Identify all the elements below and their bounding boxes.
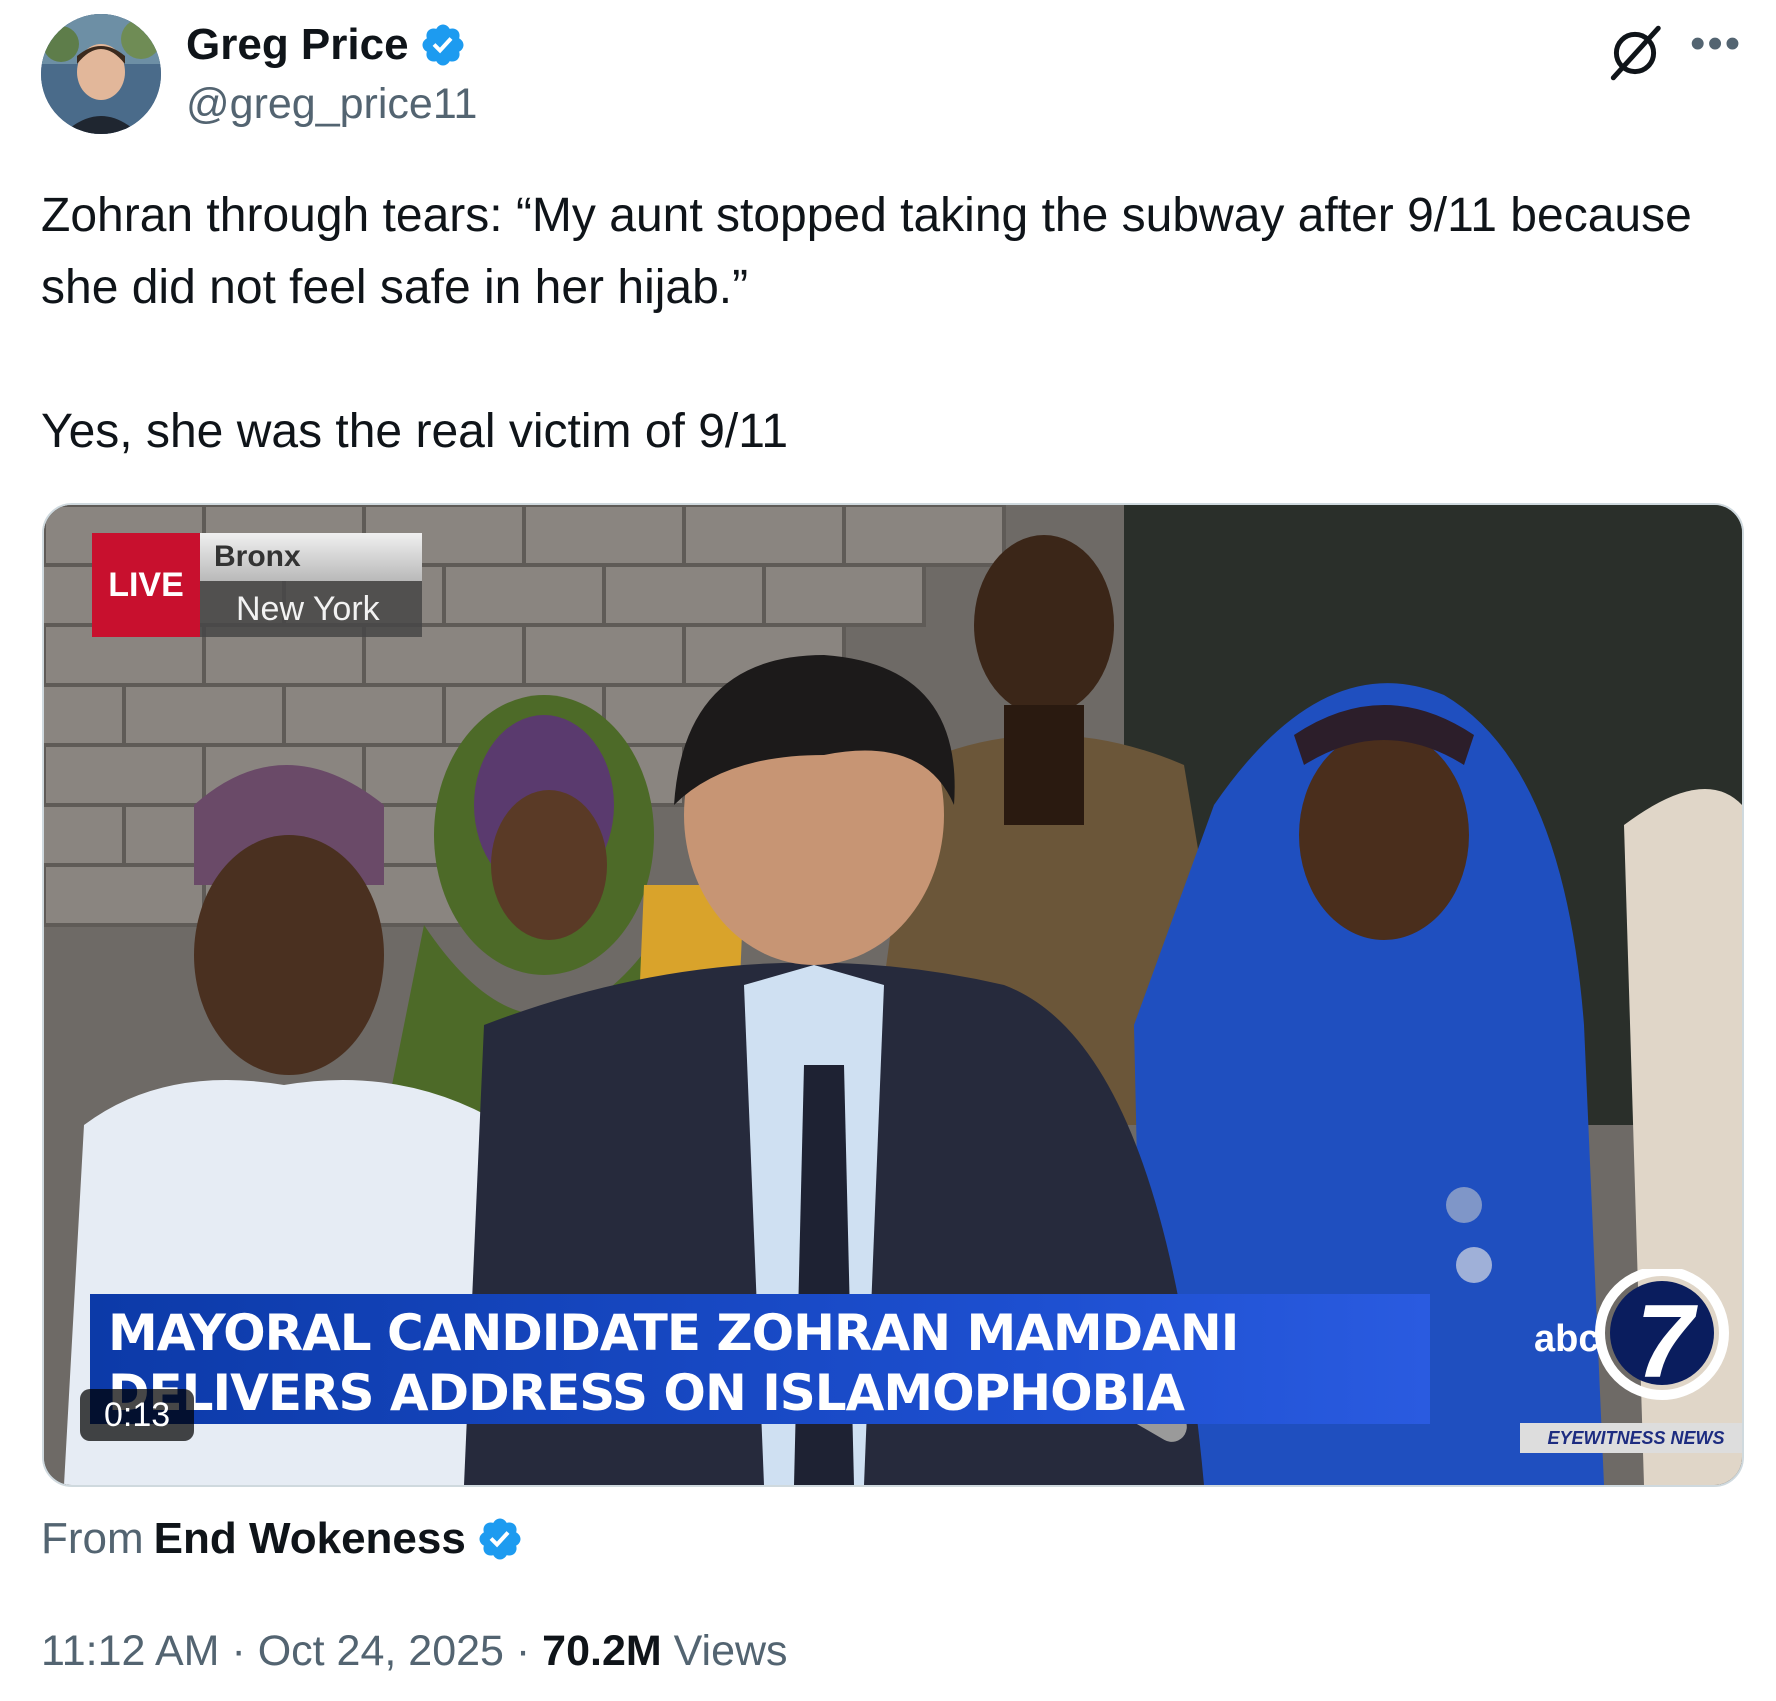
from-label: From [41, 1514, 144, 1563]
views-label: Views [661, 1627, 788, 1675]
channel-number: 7 [1636, 1284, 1698, 1400]
tweet-time[interactable]: 11:12 AM [41, 1627, 220, 1675]
abc7-logo-icon: abc 7 [1534, 1269, 1729, 1400]
live-badge: LIVE [92, 533, 200, 637]
separator: · [219, 1627, 258, 1675]
video-player[interactable]: LIVE Bronx New York MAYORAL CANDIDATE ZO… [42, 503, 1744, 1487]
source-attribution: From End Wokeness [41, 1510, 524, 1568]
more-options-icon[interactable]: ••• [1690, 22, 1742, 66]
source-account-link[interactable]: End Wokeness [154, 1510, 466, 1568]
avatar-image [41, 14, 161, 134]
location-top: Bronx [200, 533, 422, 581]
grok-icon[interactable] [1604, 22, 1666, 84]
video-duration: 0:13 [80, 1389, 195, 1441]
lower-third-line-2: DELIVERS ADDRESS ON ISLAMOPHOBIA [108, 1364, 1185, 1422]
abc-network-label: abc [1534, 1318, 1599, 1360]
tweet-text: Zohran through tears: “My aunt stopped t… [41, 180, 1731, 468]
separator: · [503, 1627, 543, 1675]
author-name[interactable]: Greg Price [186, 16, 409, 74]
author-name-row[interactable]: Greg Price [186, 16, 467, 74]
author-handle[interactable]: @greg_price11 [186, 76, 477, 132]
lower-third-line-1: MAYORAL CANDIDATE ZOHRAN MAMDANI [108, 1304, 1239, 1362]
views-count: 70.2M [542, 1627, 662, 1675]
verified-badge-icon [422, 24, 464, 66]
verified-badge-icon [479, 1518, 521, 1560]
tweet-meta: 11:12 AM · Oct 24, 2025 · 70.2M Views [41, 1622, 788, 1680]
tweet-paragraph-1: Zohran through tears: “My aunt stopped t… [41, 189, 1692, 314]
lower-third-text: MAYORAL CANDIDATE ZOHRAN MAMDANI DELIVER… [108, 1303, 1239, 1423]
network-tagline: EYEWITNESS NEWS [1520, 1423, 1742, 1453]
author-avatar[interactable] [41, 14, 161, 134]
tweet-paragraph-2: Yes, she was the real victim of 9/11 [41, 405, 789, 458]
tweet-date[interactable]: Oct 24, 2025 [258, 1627, 504, 1675]
location-bottom: New York [200, 581, 422, 637]
